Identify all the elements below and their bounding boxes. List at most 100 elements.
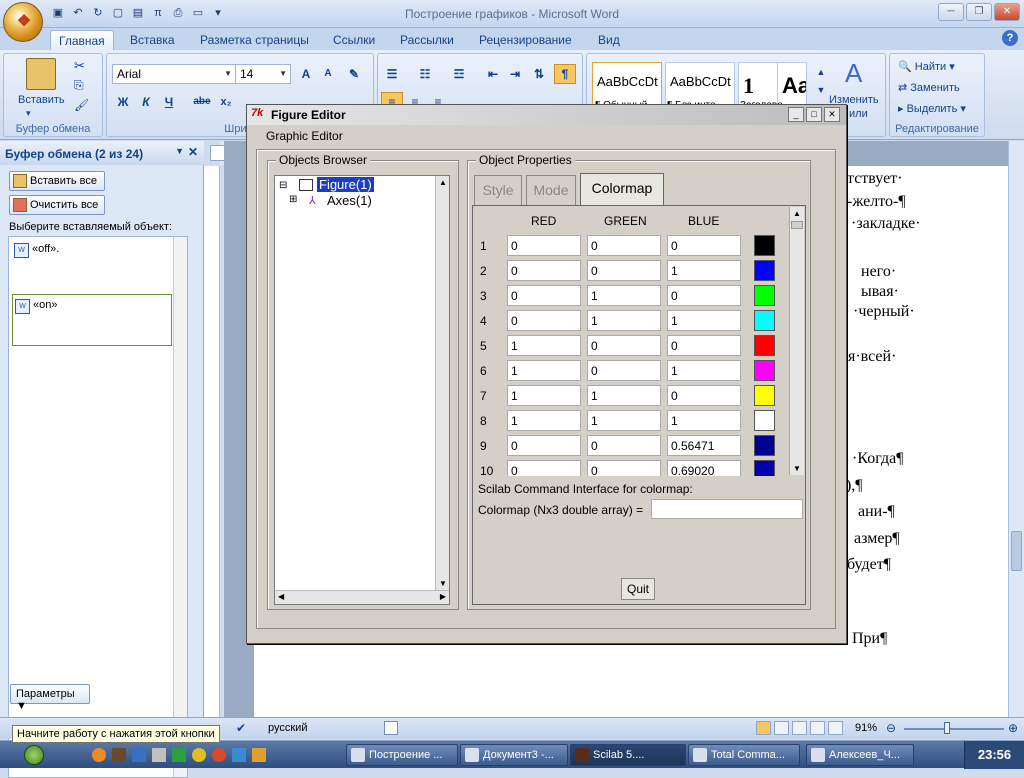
paste-button[interactable]: Вставить — [18, 94, 65, 106]
close-icon[interactable]: ✕ — [188, 145, 198, 159]
tree-hscroll[interactable]: ◀ ▶ — [275, 590, 449, 604]
explorer-icon[interactable] — [132, 748, 146, 762]
color-swatch[interactable] — [754, 410, 775, 431]
taskbar-button-word2[interactable]: Документ3 -... — [460, 744, 568, 766]
tree-vscroll[interactable]: ▲ ▼ — [435, 176, 449, 590]
print-icon[interactable]: ⎙ — [170, 5, 186, 21]
undo-icon[interactable]: ↶ — [70, 5, 86, 21]
color-swatch[interactable] — [754, 360, 775, 381]
scroll-thumb[interactable] — [791, 221, 803, 229]
clipboard-item-selected[interactable]: W «on» — [12, 294, 172, 346]
start-button[interactable] — [24, 745, 44, 765]
paste-icon[interactable] — [26, 58, 56, 90]
tree-node-axes[interactable]: Axes(1) — [327, 193, 372, 208]
zoom-level[interactable]: 91% — [855, 722, 877, 734]
green-cell[interactable]: 0 — [587, 260, 661, 281]
tab-colormap[interactable]: Colormap — [580, 173, 664, 205]
format-painter-icon[interactable]: 🖌 — [74, 98, 89, 112]
red-cell[interactable]: 0 — [507, 235, 581, 256]
zoom-out-icon[interactable]: ⊖ — [886, 721, 896, 735]
color-swatch[interactable] — [754, 260, 775, 281]
change-styles-icon[interactable]: A — [845, 58, 862, 89]
cut-icon[interactable]: ✂ — [74, 58, 85, 74]
colormap-array-input[interactable] — [651, 499, 803, 519]
increase-indent-icon[interactable]: ⇥ — [504, 64, 526, 84]
clipboard-scrollbar[interactable] — [173, 237, 187, 777]
select-button[interactable]: ▸ Выделить ▾ — [898, 102, 966, 115]
maximize-icon[interactable]: □ — [806, 107, 822, 122]
numbering-icon[interactable]: ☷ — [414, 64, 436, 84]
green-cell[interactable]: 1 — [587, 410, 661, 431]
scroll-down-icon[interactable]: ▼ — [793, 464, 801, 473]
paste-all-button[interactable]: Вставить все — [9, 171, 105, 191]
tab-review[interactable]: Рецензирование — [471, 30, 580, 50]
multilevel-icon[interactable]: ☲ — [448, 64, 470, 84]
language-indicator[interactable]: русский — [268, 722, 307, 734]
tab-view[interactable]: Вид — [590, 30, 628, 50]
save-icon[interactable]: ▣ — [50, 5, 66, 21]
red-cell[interactable]: 0 — [507, 260, 581, 281]
show-marks-icon[interactable]: ¶ — [554, 64, 576, 84]
underline-icon[interactable]: Ч — [158, 92, 180, 112]
green-cell[interactable]: 1 — [587, 385, 661, 406]
blue-cell[interactable]: 0 — [667, 385, 741, 406]
tab-insert[interactable]: Вставка — [122, 30, 183, 50]
tab-references[interactable]: Ссылки — [325, 30, 383, 50]
colormap-scrollbar[interactable]: ▲ ▼ — [789, 207, 804, 475]
spelling-icon[interactable]: ✔ — [236, 721, 246, 735]
scroll-up-icon[interactable]: ▲ — [439, 178, 447, 187]
strikethrough-icon[interactable]: abe — [191, 92, 213, 112]
outline-icon[interactable] — [810, 721, 825, 735]
paste-dropdown-icon[interactable]: ▾ — [26, 108, 31, 119]
chrome-icon[interactable] — [212, 748, 226, 762]
open-icon[interactable]: ▭ — [190, 5, 206, 21]
firefox-icon[interactable] — [92, 748, 106, 762]
app-icon[interactable] — [172, 748, 186, 762]
minimize-icon[interactable]: ─ — [938, 3, 964, 21]
bullets-icon[interactable]: ☰ — [381, 64, 403, 84]
pi-icon[interactable]: π — [150, 5, 166, 21]
taskbar-button-doc[interactable]: Алексеев_Ч... — [806, 744, 914, 766]
blue-cell[interactable]: 1 — [667, 260, 741, 281]
tab-mailings[interactable]: Рассылки — [392, 30, 462, 50]
color-swatch[interactable] — [754, 310, 775, 331]
green-cell[interactable]: 1 — [587, 285, 661, 306]
tree-node-figure[interactable]: Figure(1) — [317, 177, 374, 192]
find-button[interactable]: 🔍 Найти ▾ — [898, 60, 955, 73]
green-cell[interactable]: 1 — [587, 310, 661, 331]
sort-icon[interactable]: ⇅ — [528, 64, 550, 84]
tab-home[interactable]: Главная — [50, 30, 114, 50]
close-icon[interactable]: ✕ — [994, 3, 1020, 21]
green-cell[interactable]: 0 — [587, 460, 661, 476]
color-swatch[interactable] — [754, 285, 775, 306]
zoom-slider-thumb[interactable] — [944, 722, 950, 734]
color-swatch[interactable] — [754, 235, 775, 256]
help-icon[interactable]: ? — [1002, 30, 1018, 46]
red-cell[interactable]: 1 — [507, 360, 581, 381]
bold-icon[interactable]: Ж — [112, 92, 134, 112]
color-swatch[interactable] — [754, 435, 775, 456]
app-icon[interactable] — [252, 748, 266, 762]
scroll-right-icon[interactable]: ▶ — [440, 592, 446, 601]
scroll-up-icon[interactable]: ▲ — [793, 209, 801, 218]
macro-icon[interactable] — [384, 721, 398, 735]
red-cell[interactable]: 0 — [507, 285, 581, 306]
grow-font-icon[interactable]: A — [295, 64, 317, 84]
red-cell[interactable]: 1 — [507, 410, 581, 431]
scroll-thumb[interactable] — [1011, 531, 1022, 571]
blue-cell[interactable]: 1 — [667, 410, 741, 431]
office-button[interactable]: ❖ — [3, 2, 43, 42]
params-button[interactable]: Параметры ▼ — [10, 684, 90, 712]
app-icon[interactable] — [232, 748, 246, 762]
green-cell[interactable]: 0 — [587, 335, 661, 356]
subscript-icon[interactable]: x₂ — [215, 92, 237, 112]
shrink-font-icon[interactable]: A — [317, 64, 339, 84]
replace-button[interactable]: ⇄ Заменить — [898, 81, 960, 94]
color-swatch[interactable] — [754, 460, 775, 476]
blue-cell[interactable]: 1 — [667, 360, 741, 381]
minimize-icon[interactable]: _ — [788, 107, 804, 122]
decrease-indent-icon[interactable]: ⇤ — [482, 64, 504, 84]
blue-cell[interactable]: 1 — [667, 310, 741, 331]
vertical-scrollbar[interactable] — [1008, 141, 1024, 717]
print-layout-icon[interactable] — [756, 721, 771, 735]
